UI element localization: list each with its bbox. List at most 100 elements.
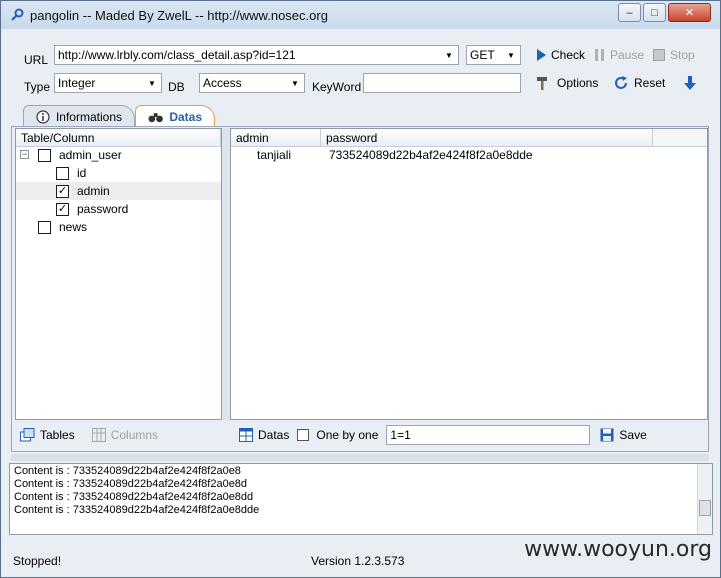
- reset-button[interactable]: Reset: [613, 75, 665, 91]
- data-grid-panel: admin password tanjiali 733524089d22b4af…: [230, 128, 708, 420]
- table-tree-panel: Table/Column − admin_user id ✓ admin ✓ p…: [15, 128, 222, 420]
- vertical-splitter[interactable]: [222, 128, 230, 420]
- log-scrollbar[interactable]: [697, 464, 712, 534]
- db-select[interactable]: Access ▼: [199, 73, 305, 93]
- options-button[interactable]: Options: [536, 75, 598, 91]
- tree-node-admin-row: [16, 182, 221, 200]
- save-button[interactable]: Save: [600, 428, 647, 442]
- datas-label: Datas: [258, 428, 290, 442]
- one-by-one-box[interactable]: [297, 429, 310, 441]
- method-value: GET: [470, 48, 495, 62]
- url-combo[interactable]: http://www.lrbly.com/class_detail.asp?id…: [54, 45, 459, 65]
- datas-button[interactable]: Datas: [239, 428, 289, 442]
- chevron-down-icon[interactable]: ▼: [288, 76, 302, 90]
- refresh-icon: [615, 76, 627, 89]
- log-line: Content is : 733524089d22b4af2e424f8f2a0…: [14, 491, 254, 503]
- tables-label: Tables: [40, 428, 75, 442]
- tab-datas[interactable]: Datas: [135, 105, 215, 127]
- tree-node-news[interactable]: news: [38, 218, 87, 236]
- floppy-disk-icon: [600, 428, 614, 442]
- hammer-icon: [537, 77, 547, 90]
- down-arrow-icon: [684, 76, 696, 90]
- cell-password: 733524089d22b4af2e424f8f2a0e8dde: [329, 148, 533, 162]
- keyword-input[interactable]: [363, 73, 521, 93]
- pause-button[interactable]: Pause: [594, 48, 644, 62]
- main-window: pangolin -- Maded By ZwelL -- http://www…: [0, 0, 721, 578]
- chevron-down-icon[interactable]: ▼: [442, 48, 456, 62]
- tree-node-label: password: [77, 202, 129, 216]
- log-line: Content is : 733524089d22b4af2e424f8f2a0…: [14, 478, 248, 490]
- checkbox-news[interactable]: [38, 220, 51, 234]
- type-select[interactable]: Integer ▼: [54, 73, 162, 93]
- table-row[interactable]: tanjiali 733524089d22b4af2e424f8f2a0e8dd…: [241, 146, 533, 164]
- binoculars-icon: [148, 112, 163, 122]
- tree-node-label: admin_user: [59, 148, 122, 162]
- play-icon: [537, 49, 546, 61]
- title-bar: pangolin -- Maded By ZwelL -- http://www…: [1, 1, 720, 29]
- cell-admin: tanjiali: [257, 148, 292, 162]
- stop-button[interactable]: Stop: [653, 48, 695, 62]
- tree-node-id[interactable]: id: [56, 164, 86, 182]
- db-value: Access: [203, 76, 242, 90]
- stop-label: Stop: [670, 48, 695, 62]
- minimize-button[interactable]: –: [618, 3, 641, 22]
- maximize-icon: □: [651, 6, 658, 19]
- stop-icon: [653, 49, 665, 61]
- log-line: Content is : 733524089d22b4af2e424f8f2a0…: [14, 504, 260, 516]
- columns-icon: [91, 428, 106, 442]
- url-value: http://www.lrbly.com/class_detail.asp?id…: [58, 48, 296, 62]
- maximize-button[interactable]: □: [643, 3, 666, 22]
- check-button[interactable]: Check: [536, 48, 585, 62]
- info-icon: [36, 109, 50, 124]
- type-label: Type: [24, 80, 51, 94]
- options-label: Options: [557, 76, 599, 90]
- window-title: pangolin -- Maded By ZwelL -- http://www…: [30, 8, 328, 23]
- tree-node-label: admin: [77, 184, 110, 198]
- pause-icon: [595, 49, 604, 61]
- chevron-down-icon[interactable]: ▼: [504, 48, 518, 62]
- tab-informations[interactable]: Informations: [23, 105, 135, 127]
- one-by-one-checkbox[interactable]: One by one: [297, 428, 378, 442]
- checkbox-id[interactable]: [56, 166, 69, 180]
- tree-node-label: id: [77, 166, 87, 180]
- tree-node-admin[interactable]: ✓ admin: [56, 182, 110, 200]
- version-text: Version 1.2.3.573: [311, 554, 405, 568]
- tab-datas-label: Datas: [169, 109, 202, 124]
- tree-node-label: news: [59, 220, 88, 234]
- keyword-label: KeyWord: [312, 80, 362, 94]
- tree-node-password[interactable]: ✓ password: [56, 200, 128, 218]
- checkbox-password[interactable]: ✓: [56, 202, 69, 216]
- key-icon: [10, 8, 24, 22]
- grid-footer: Datas One by one 1=1 Save: [230, 420, 708, 450]
- checkbox-admin-user[interactable]: [38, 148, 51, 162]
- status-text: Stopped!: [13, 554, 62, 568]
- tree-footer: Tables Columns: [15, 420, 222, 450]
- method-select[interactable]: GET ▼: [466, 45, 521, 65]
- url-label: URL: [24, 53, 49, 67]
- one-by-one-label: One by one: [316, 428, 379, 442]
- condition-value: 1=1: [390, 428, 411, 442]
- grid-icon: [239, 428, 253, 442]
- type-value: Integer: [58, 76, 96, 90]
- tree-node-admin-user[interactable]: admin_user: [38, 146, 122, 164]
- condition-input[interactable]: 1=1: [386, 425, 591, 445]
- chevron-down-icon[interactable]: ▼: [145, 76, 159, 90]
- tree-header: Table/Column: [16, 129, 221, 147]
- column-header-admin[interactable]: admin: [231, 129, 321, 147]
- pause-label: Pause: [610, 48, 645, 62]
- columns-button[interactable]: Columns: [91, 428, 158, 442]
- column-header-password[interactable]: password: [321, 129, 653, 147]
- log-output[interactable]: Content is : 733524089d22b4af2e424f8f2a0…: [9, 463, 713, 535]
- download-button[interactable]: [683, 75, 697, 91]
- reset-label: Reset: [634, 76, 666, 90]
- header-filler: [653, 129, 707, 147]
- horizontal-splitter[interactable]: [11, 454, 709, 461]
- scrollbar-thumb[interactable]: [699, 500, 711, 516]
- tables-button[interactable]: Tables: [20, 428, 75, 442]
- checkbox-admin[interactable]: ✓: [56, 184, 69, 198]
- log-line: Content is : 733524089d22b4af2e424f8f2a0…: [14, 465, 241, 477]
- close-button[interactable]: ✕: [668, 3, 711, 22]
- collapse-icon[interactable]: −: [20, 150, 29, 159]
- minimize-icon: –: [626, 6, 633, 19]
- check-label: Check: [551, 48, 586, 62]
